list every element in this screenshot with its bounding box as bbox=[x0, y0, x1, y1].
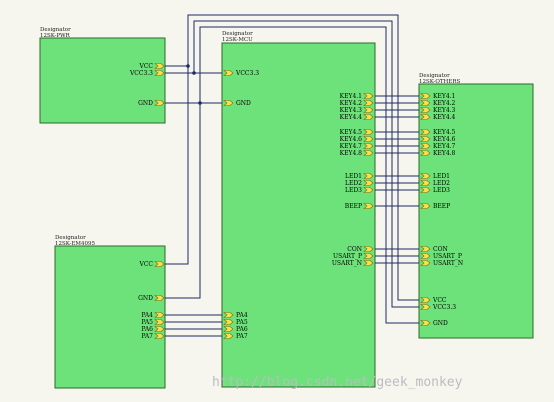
em-port-pa5-label: PA5 bbox=[141, 319, 153, 326]
junction-vcc33 bbox=[192, 71, 196, 75]
mcu-sheet-name: 12SK-MCU bbox=[222, 37, 253, 43]
pwr-port-vcc33-label: VCC3.3 bbox=[129, 70, 153, 77]
others-port-key43-label: KEY4.3 bbox=[433, 107, 456, 114]
others-port-key44-label: KEY4.4 bbox=[433, 114, 456, 121]
net-em-vcc bbox=[165, 66, 189, 265]
mcu-port-led2-label: LED2 bbox=[345, 180, 362, 187]
others-port-key47-label: KEY4.7 bbox=[433, 143, 456, 150]
mcu-port-key42-label: KEY4.2 bbox=[340, 100, 363, 107]
mcu-port-key48-label: KEY4.8 bbox=[340, 150, 363, 157]
mcu-port-pa7-label: PA7 bbox=[236, 333, 248, 340]
others-port-beep-label: BEEP bbox=[433, 203, 450, 210]
em-port-pa4-label: PA4 bbox=[141, 312, 153, 319]
others-port-usart-p-label: USART_P bbox=[433, 253, 462, 260]
others-port-usart-n-label: USART_N bbox=[433, 260, 463, 267]
others-port-key41-label: KEY4.1 bbox=[433, 93, 455, 100]
others-port-led2-label: LED2 bbox=[433, 180, 450, 187]
mcu-port-led3-label: LED3 bbox=[345, 187, 362, 194]
mcu-port-pa5-label: PA5 bbox=[236, 319, 248, 326]
mcu-port-gnd-label: GND bbox=[236, 100, 251, 107]
mcu-port-key46-label: KEY4.6 bbox=[340, 136, 363, 143]
others-port-vcc-label: VCC bbox=[432, 297, 447, 304]
others-port-con-label: CON bbox=[433, 246, 448, 253]
mcu-port-usart-p-label: USART_P bbox=[333, 253, 362, 260]
em-port-pa6-label: PA6 bbox=[141, 326, 153, 333]
watermark-text: http://blog.csdn.net/geek_monkey bbox=[212, 375, 463, 390]
mcu-port-beep-label: BEEP bbox=[345, 203, 362, 210]
em-port-gnd-label: GND bbox=[138, 295, 153, 302]
net-em-gnd bbox=[165, 103, 201, 299]
mcu-port-key43-label: KEY4.3 bbox=[340, 107, 363, 114]
junction-gnd bbox=[198, 101, 202, 105]
others-port-key45-label: KEY4.5 bbox=[433, 129, 456, 136]
mcu-port-pa6-label: PA6 bbox=[236, 326, 248, 333]
mcu-port-key44-label: KEY4.4 bbox=[340, 114, 363, 121]
pwr-sheet-body[interactable] bbox=[39, 37, 166, 124]
schematic-canvas: Designator 12SK-PWR Designator 12SK-EM40… bbox=[39, 14, 534, 390]
others-port-gnd-label: GND bbox=[433, 320, 448, 327]
mcu-port-key45-label: KEY4.5 bbox=[340, 129, 363, 136]
others-port-key42-label: KEY4.2 bbox=[433, 100, 456, 107]
em-port-pa7-label: PA7 bbox=[141, 333, 153, 340]
mcu-port-key41-label: KEY4.1 bbox=[340, 93, 362, 100]
em-port-vcc-label: VCC bbox=[138, 261, 153, 268]
others-port-key46-label: KEY4.6 bbox=[433, 136, 456, 143]
others-port-key48-label: KEY4.8 bbox=[433, 150, 456, 157]
others-port-led1-label: LED1 bbox=[433, 173, 450, 180]
others-port-vcc33-label: VCC3.3 bbox=[432, 304, 456, 311]
mcu-port-pa4-label: PA4 bbox=[236, 312, 248, 319]
pwr-port-vcc-label: VCC bbox=[138, 63, 153, 70]
others-port-led3-label: LED3 bbox=[433, 187, 450, 194]
mcu-port-vcc33-label: VCC3.3 bbox=[235, 70, 259, 77]
mcu-port-usart-n-label: USART_N bbox=[332, 260, 362, 267]
mcu-port-con-label: CON bbox=[347, 246, 362, 253]
mcu-port-key47-label: KEY4.7 bbox=[340, 143, 363, 150]
junction-vcc bbox=[186, 64, 190, 68]
pwr-port-gnd-label: GND bbox=[138, 100, 153, 107]
mcu-port-led1-label: LED1 bbox=[345, 173, 362, 180]
